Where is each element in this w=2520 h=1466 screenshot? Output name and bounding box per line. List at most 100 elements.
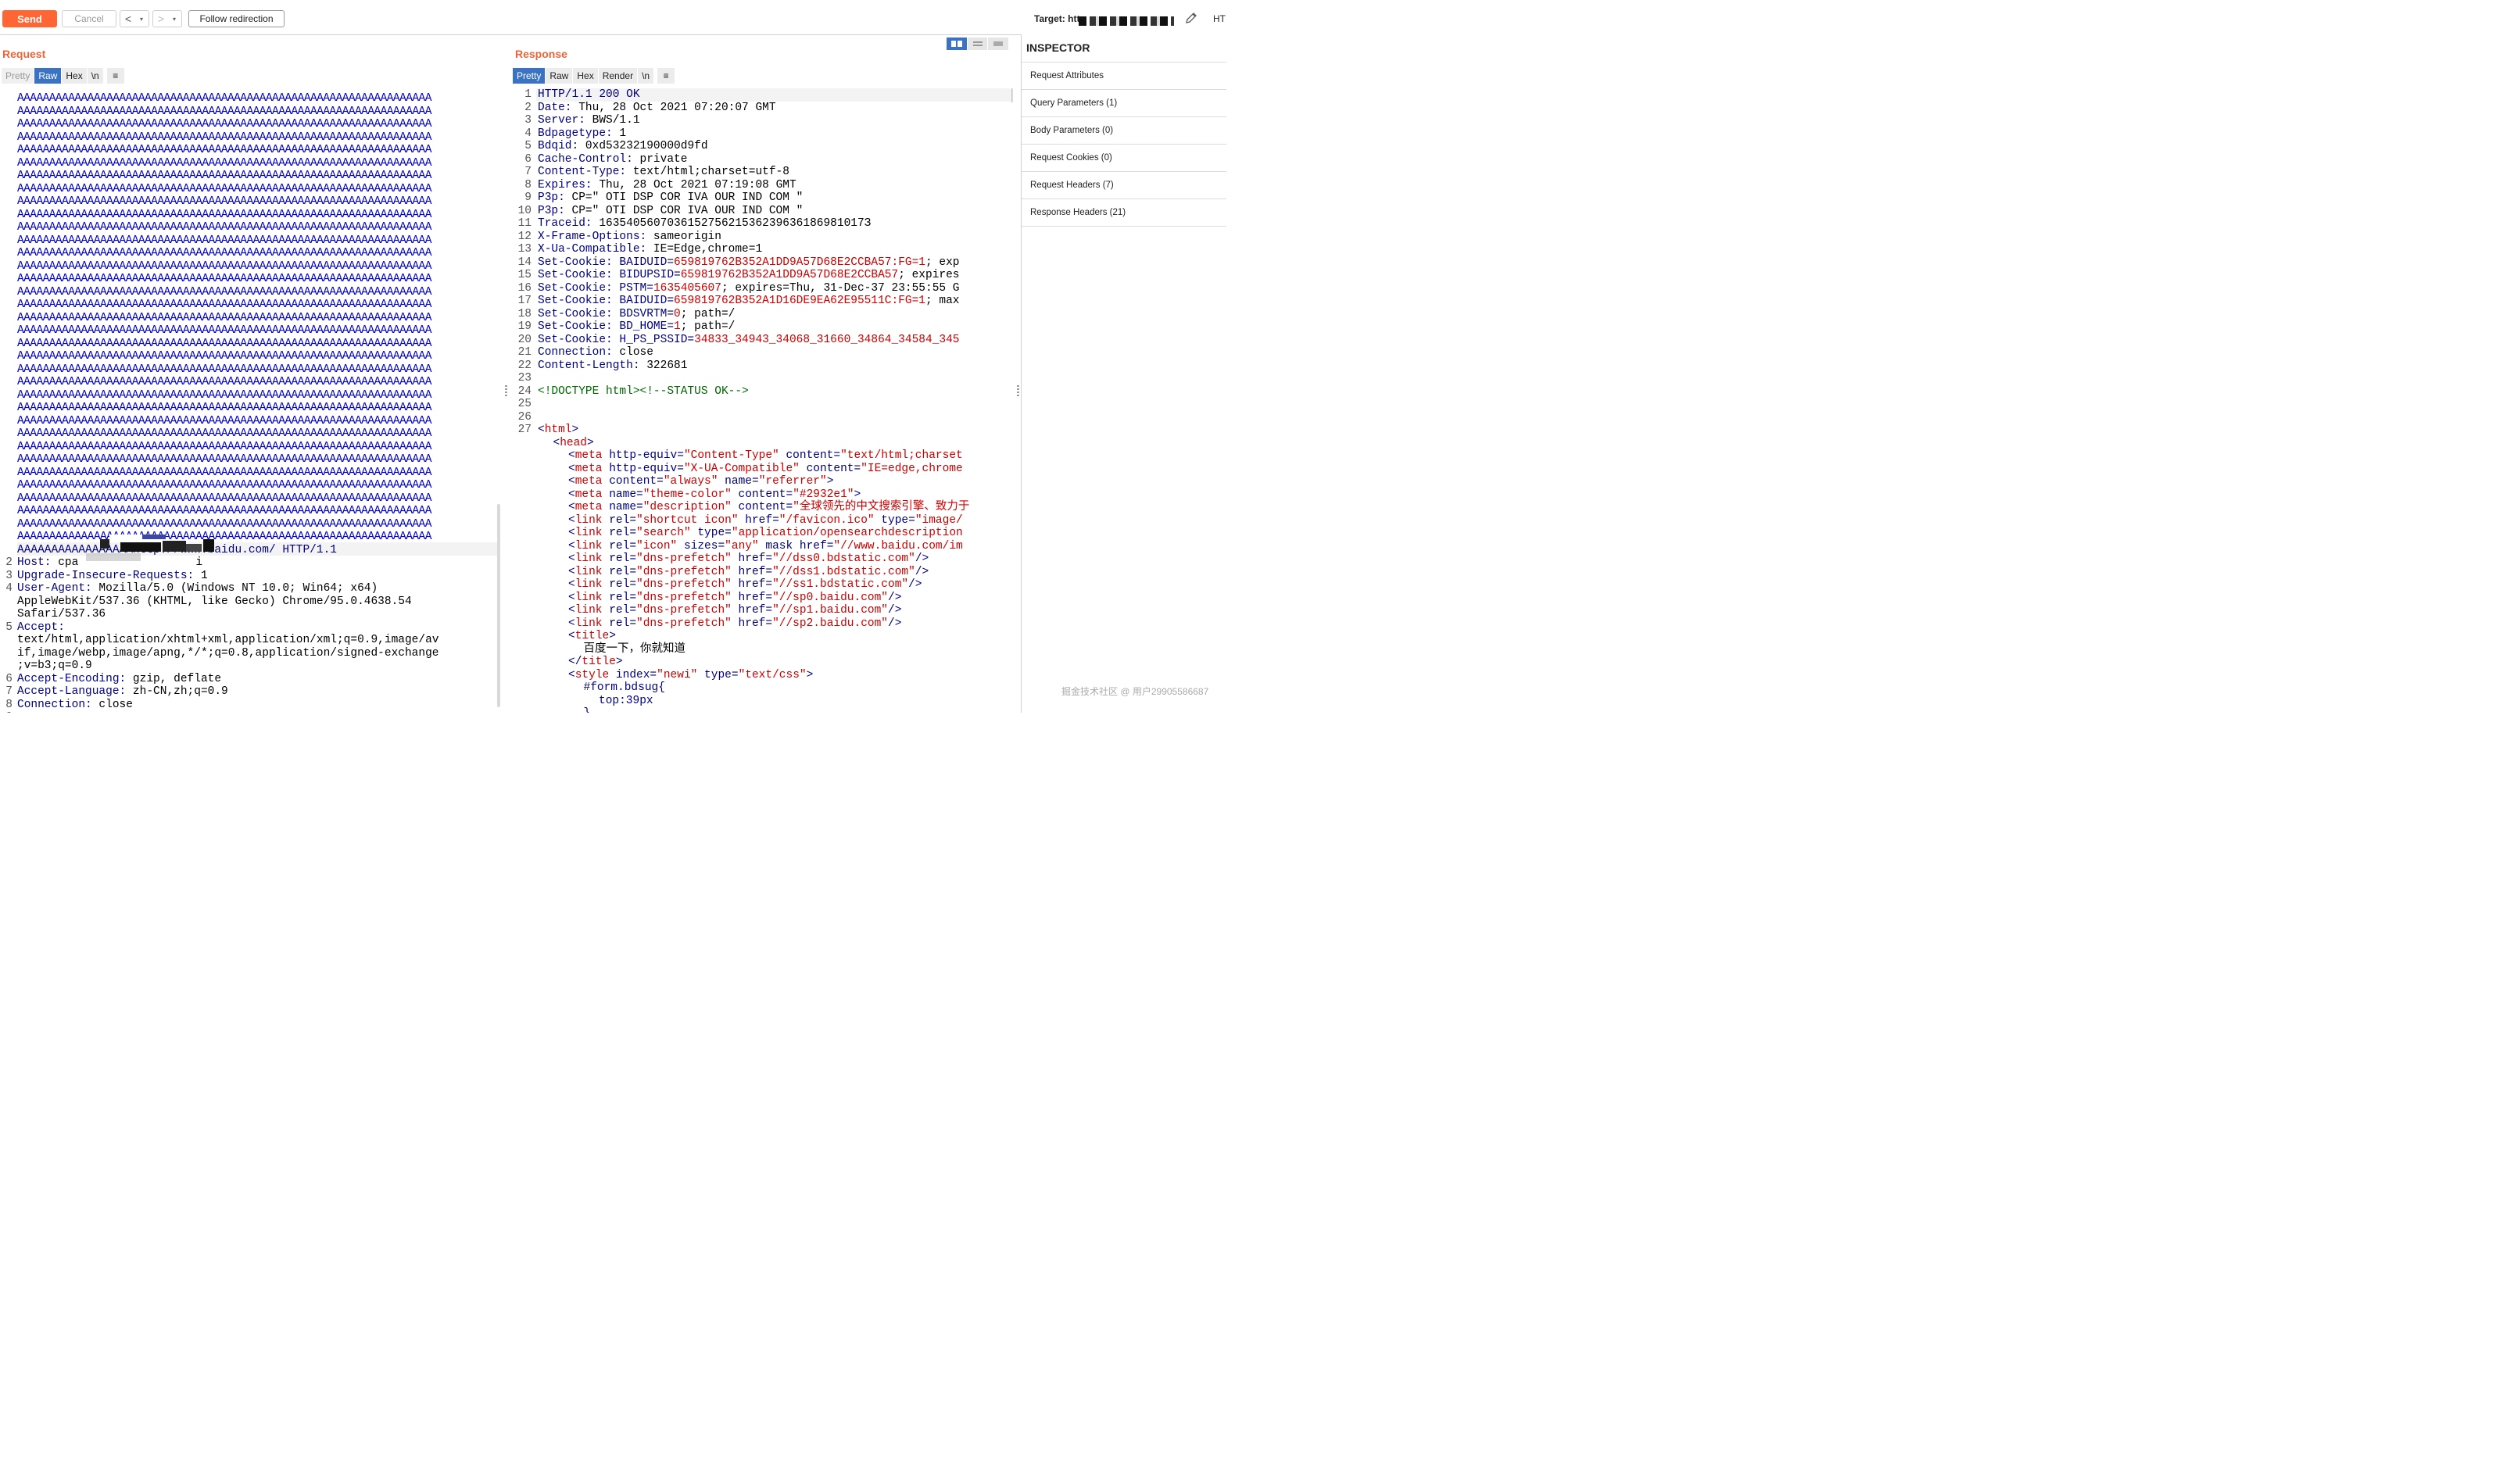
markup-token: < (568, 539, 575, 552)
send-button[interactable]: Send (2, 10, 57, 27)
markup-token: < (568, 462, 575, 475)
markup-token: href= (731, 552, 773, 565)
code-line: 22 Content-Length: 322681 (513, 359, 1013, 373)
inspector-splitter-handle[interactable] (1017, 385, 1019, 396)
rows-icon (972, 41, 983, 46)
markup-token: link (575, 527, 603, 539)
back-arrow-icon[interactable]: < (120, 13, 136, 25)
forward-arrow-icon[interactable]: > (153, 13, 169, 25)
header-name: Set-Cookie: (538, 333, 613, 346)
header-value: private (632, 152, 688, 166)
request-tab-newlines[interactable]: \n (87, 68, 103, 84)
inspector-item-request-headers[interactable]: Request Headers (7) (1022, 171, 1226, 198)
forward-nav-group[interactable]: > ▾ (152, 10, 182, 27)
response-tab-pretty[interactable]: Pretty (513, 68, 546, 84)
cookie-name: BDSVRTM= (612, 307, 675, 320)
pencil-icon[interactable] (1184, 11, 1198, 25)
request-tab-pretty[interactable]: Pretty (2, 68, 34, 84)
code-line: } (513, 707, 1013, 713)
request-tab-raw[interactable]: Raw (34, 68, 62, 84)
header-name: Cache-Control: (538, 152, 633, 166)
code-line: #form.bdsug{ (513, 681, 1013, 695)
line-text: <link rel="dns-prefetch" href="//dss0.bd… (568, 552, 929, 566)
markup-token: < (568, 527, 575, 539)
code-line: AAAAAAAAAAAAAAAAAAAAAAAAAAAAAAAAAAAAAAAA… (0, 221, 500, 234)
line-text: AAAAAAAAAAAAAAAAAAAAAAAAAAAAAAAAAAAAAAAA… (17, 259, 431, 273)
request-tab-hex[interactable]: Hex (62, 68, 87, 84)
code-line: 6 Accept-Encoding: gzip, deflate (0, 673, 500, 686)
response-tab-bar: Pretty Raw Hex Render \n ≡ (513, 68, 675, 84)
header-value-tail: ; path=/ (680, 320, 736, 333)
request-editor[interactable]: AAAAAAAAAAAAAAAAAAAAAAAAAAAAAAAAAAAAAAAA… (0, 86, 500, 713)
inspector-item-request-cookies[interactable]: Request Cookies (0) (1022, 144, 1226, 170)
markup-token: "dns-prefetch" (636, 565, 732, 578)
line-text: AAAAAAAAAAAAAAAAAAAAAAAAAAAAAAAAAAAAAAAA… (17, 350, 431, 363)
markup-token: #form.bdsug{ (583, 681, 665, 694)
inspector-item-body-parameters[interactable]: Body Parameters (0) (1022, 116, 1226, 143)
header-value: zh-CN,zh;q=0.9 (126, 685, 228, 698)
line-number: 3 (5, 569, 13, 582)
markup-token: > (609, 630, 616, 642)
request-menu-icon[interactable]: ≡ (106, 68, 124, 84)
code-line: <link rel="icon" sizes="any" mask href="… (513, 540, 1013, 553)
line-text: AAAAAAAAAAAAAAAAAAAAAAAAAAAAAAAAAAAAAAAA… (17, 311, 431, 324)
code-line: 2 Date: Thu, 28 Oct 2021 07:20:07 GMT (513, 102, 1013, 115)
line-text: Set-Cookie: H_PS_PSSID=34833_34943_34068… (538, 334, 960, 347)
code-line: <style index="newi" type="text/css"> (513, 669, 1013, 682)
code-line: 14 Set-Cookie: BAIDUID=659819762B352A1DD9… (513, 256, 1013, 270)
response-scrollbar[interactable] (1011, 88, 1013, 102)
response-editor[interactable]: 1 HTTP/1.1 200 OK 2 Date: Thu, 28 Oct 2021 … (513, 86, 1013, 713)
markup-token: < (568, 617, 575, 630)
header-name: X-Ua-Compatible: (538, 243, 647, 256)
response-tab-render[interactable]: Render (598, 68, 638, 84)
code-line: AAAAAAAAAAAAAAAAAAAAAAAAAAAAAAAAAAAAAAAA… (0, 105, 500, 119)
cookie-value: 1635405607 (653, 281, 721, 295)
markup-token: < (568, 488, 575, 501)
single-tab-view-button[interactable] (988, 38, 1009, 50)
header-name: Accept-Encoding: (17, 672, 127, 685)
code-line: AAAAAAAAAAAAAAAAAAAAAAAAAAAAAAAAAAAAAAAA… (0, 92, 500, 105)
line-text: Set-Cookie: BDSVRTM=0; path=/ (538, 308, 735, 321)
follow-redirection-button[interactable]: Follow redirection (188, 10, 285, 27)
markup-token: "X-UA-Compatible" (683, 462, 800, 475)
line-number: 11 (517, 217, 532, 230)
markup-token: < (568, 513, 575, 527)
response-tab-raw[interactable]: Raw (546, 68, 573, 84)
back-dropdown-icon[interactable]: ▾ (136, 16, 147, 23)
inspector-item-request-attributes[interactable]: Request Attributes (1022, 62, 1226, 88)
code-line: AAAAAAAAAAAAAAAAAAAAAAAAAAAAAAAAAAAAAAAA… (0, 183, 500, 196)
line-text: AAAAAAAAAAAAAAAAAAAAAAAAAAAAAAAAAAAAAAAA… (17, 376, 431, 388)
split-horizontal-view-button[interactable] (947, 38, 967, 50)
cookie-name: PSTM= (612, 281, 653, 295)
markup-token: /> (915, 552, 929, 565)
inspector-item-query-parameters[interactable]: Query Parameters (1) (1022, 89, 1226, 116)
line-text: Bdqid: 0xd53232190000d9fd (538, 140, 708, 153)
line-number: 5 (524, 140, 532, 152)
line-number: 25 (517, 398, 532, 410)
response-tab-hex[interactable]: Hex (573, 68, 598, 84)
line-text: <link rel="dns-prefetch" href="//dss1.bd… (568, 566, 929, 579)
markup-token: content= (779, 449, 841, 462)
markup-token: title (582, 656, 616, 668)
markup-token: > (587, 436, 594, 449)
line-text: Content-Type: text/html;charset=utf-8 (538, 166, 789, 179)
pane-splitter-handle[interactable] (505, 385, 507, 396)
split-vertical-view-button[interactable] (967, 38, 988, 50)
cancel-button[interactable]: Cancel (62, 10, 116, 27)
cookie-value: 659819762B352A1DD9A57D68E2CCBA57 (680, 269, 899, 281)
line-number: 5 (5, 620, 13, 634)
back-nav-group[interactable]: < ▾ (120, 10, 149, 27)
line-text: AAAAAAAAAAAAAAAAAAAAAAAAAAAAAAAAAAAAAAAA… (17, 105, 431, 118)
inspector-item-response-headers[interactable]: Response Headers (21) (1022, 198, 1226, 225)
response-menu-icon[interactable]: ≡ (657, 68, 675, 84)
code-line: 9 P3p: CP=" OTI DSP COR IVA OUR IND COM " (513, 191, 1013, 205)
request-scrollbar[interactable] (497, 504, 500, 707)
response-tab-newlines[interactable]: \n (638, 68, 654, 84)
code-line: AAAAAAAAAAAAAAAAAAAAAAAAAAAAAAAAAAAAAAAA… (0, 299, 500, 312)
markup-token: html (544, 424, 572, 436)
markup-token: "dns-prefetch" (636, 617, 732, 630)
forward-dropdown-icon[interactable]: ▾ (169, 16, 180, 23)
markup-token: } (584, 707, 591, 713)
code-line: <meta http-equiv="X-UA-Compatible" conte… (513, 463, 1013, 476)
header-value: 1 (612, 127, 627, 140)
